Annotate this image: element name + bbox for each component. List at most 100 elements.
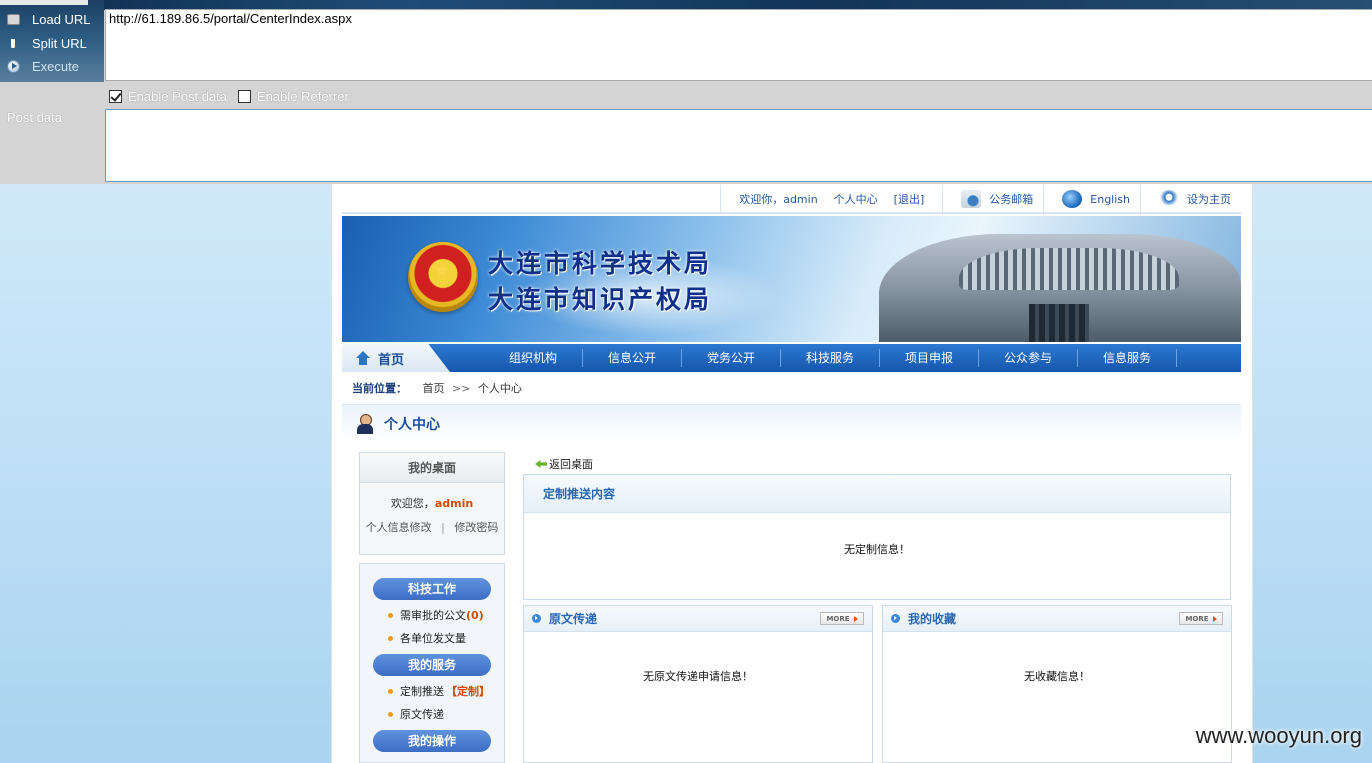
doc-delivery-empty: 无原文传递申请信息！ [643, 670, 753, 683]
page-title-bar: 个人中心 [342, 404, 1241, 442]
load-url-button[interactable]: Load URL [0, 8, 104, 30]
top-utility-bar: 欢迎你，admin 个人中心 [退出] 公务邮箱 English 设为主页 [342, 185, 1241, 214]
favorites-title: 我的收藏 [908, 612, 957, 626]
menu-item-pending-docs-label: 需审批的公文 [400, 609, 466, 622]
enable-post-label: Enable Post data [128, 88, 228, 104]
menu-item-unit-doc-volume[interactable]: 各单位发文量 [388, 630, 504, 646]
hackbar-toolbar: Load URL Split URL Execute http://61.189… [0, 0, 1372, 184]
doc-delivery-header: 原文传递 MORE [524, 606, 872, 632]
user-links: 欢迎你，admin 个人中心 [退出] [720, 185, 942, 213]
checkbox-checked-icon [109, 89, 122, 103]
post-data-label: Post data [7, 110, 62, 125]
bullet-icon [388, 635, 393, 641]
menu-item-custom-push-label: 定制推送 [400, 685, 444, 698]
english-label: English [1090, 192, 1130, 206]
nav-item-public-participation[interactable]: 公众参与 [979, 349, 1078, 367]
menu-item-custom-push[interactable]: 定制推送 【定制】 [388, 683, 504, 699]
arrow-right-icon [891, 614, 900, 623]
enable-post-checkbox[interactable]: Enable Post data [109, 88, 227, 104]
nav-item-info-services[interactable]: 信息服务 [1078, 349, 1177, 367]
doc-delivery-panel: 原文传递 MORE 无原文传递申请信息！ [523, 605, 873, 763]
breadcrumb: 当前位置： 首页 >> 个人中心 [352, 380, 522, 396]
more-label: MORE [826, 614, 850, 623]
custom-push-panel: 定制推送内容 无定制信息！ [523, 474, 1231, 600]
execute-icon [4, 57, 22, 75]
logout-link[interactable]: [退出] [894, 191, 925, 207]
hackbar-tab[interactable] [0, 0, 88, 5]
banner-title: 大连市科学技术局 大连市知识产权局 [488, 246, 712, 318]
breadcrumb-separator: >> [452, 382, 471, 395]
enable-referrer-checkbox[interactable]: Enable Referrer [238, 88, 349, 104]
back-arrow-icon [535, 460, 547, 468]
favorites-more-button[interactable]: MORE [1179, 612, 1223, 625]
watermark: www.wooyun.org [1195, 723, 1362, 748]
nav-items: 组织机构 信息公开 党务公开 科技服务 项目申报 公众参与 信息服务 [484, 349, 1177, 367]
user-avatar-icon [356, 413, 374, 434]
building-image [879, 234, 1241, 342]
pending-docs-count: (0) [466, 608, 484, 622]
split-url-label: Split URL [32, 35, 87, 51]
desk-links: 个人信息修改 | 修改密码 [360, 519, 504, 535]
menu-section-tech-work[interactable]: 科技工作 [373, 578, 491, 600]
nav-item-organization[interactable]: 组织机构 [484, 349, 583, 367]
doc-delivery-title: 原文传递 [549, 612, 598, 626]
main-nav: 首页 组织机构 信息公开 党务公开 科技服务 项目申报 公众参与 信息服务 [342, 344, 1241, 372]
menu-section-my-services[interactable]: 我的服务 [373, 654, 491, 676]
set-home-label: 设为主页 [1187, 193, 1231, 206]
more-label: MORE [1185, 614, 1209, 623]
nav-home-label: 首页 [378, 352, 405, 368]
banner-title-line2: 大连市知识产权局 [488, 285, 713, 314]
header-banner: ★ 大连市科学技术局 大连市知识产权局 [342, 216, 1241, 342]
globe-icon [1062, 190, 1083, 208]
custom-push-title: 定制推送内容 [524, 475, 1230, 513]
mail-label: 公务邮箱 [989, 193, 1034, 206]
nav-item-tech-services[interactable]: 科技服务 [781, 349, 880, 367]
menu-item-doc-delivery-label: 原文传递 [400, 708, 444, 721]
welcome-text: 欢迎你，admin [739, 193, 818, 206]
personal-center-link[interactable]: 个人中心 [834, 191, 878, 207]
split-url-icon [4, 34, 22, 52]
favorites-panel: 我的收藏 MORE 无收藏信息！ [882, 605, 1232, 763]
nav-home[interactable]: 首页 [342, 344, 450, 372]
bullet-icon [388, 688, 393, 694]
execute-button[interactable]: Execute [0, 55, 104, 77]
nav-item-party-affairs[interactable]: 党务公开 [682, 349, 781, 367]
custom-push-empty: 无定制信息！ [844, 543, 910, 556]
custom-push-tag[interactable]: 【定制】 [446, 683, 490, 699]
desk-divider: | [441, 521, 445, 534]
arrow-right-icon [532, 614, 541, 623]
breadcrumb-label: 当前位置： [352, 382, 407, 395]
doc-delivery-more-button[interactable]: MORE [820, 612, 864, 625]
url-input[interactable]: http://61.189.86.5/portal/CenterIndex.as… [105, 9, 1372, 81]
mail-link[interactable]: 公务邮箱 [942, 185, 1043, 213]
national-emblem-icon: ★ [408, 242, 478, 312]
set-home-link[interactable]: 设为主页 [1140, 185, 1241, 213]
change-password-link[interactable]: 修改密码 [454, 521, 498, 534]
split-url-button[interactable]: Split URL [0, 32, 104, 54]
checkbox-unchecked-icon [238, 89, 251, 103]
favorites-header: 我的收藏 MORE [883, 606, 1231, 632]
banner-title-line1: 大连市科学技术局 [488, 249, 713, 278]
english-link[interactable]: English [1043, 185, 1140, 213]
hackbar-button-panel: Load URL Split URL Execute [0, 0, 104, 82]
menu-section-my-operations[interactable]: 我的操作 [373, 730, 491, 752]
menu-item-pending-docs[interactable]: 需审批的公文 (0) [388, 607, 504, 623]
desk-welcome-prefix: 欢迎您， [390, 497, 435, 510]
breadcrumb-home[interactable]: 首页 [423, 382, 445, 395]
post-data-input[interactable] [105, 109, 1372, 182]
home-icon [356, 351, 370, 365]
menu-item-unit-doc-volume-label: 各单位发文量 [400, 632, 466, 645]
nav-item-project-application[interactable]: 项目申报 [880, 349, 979, 367]
set-home-icon [1159, 190, 1179, 208]
more-arrow-icon [853, 615, 858, 622]
execute-label: Execute [32, 58, 79, 74]
enable-referrer-label: Enable Referrer [257, 88, 349, 104]
page-title: 个人中心 [384, 416, 440, 433]
menu-item-doc-delivery[interactable]: 原文传递 [388, 706, 504, 722]
edit-profile-link[interactable]: 个人信息修改 [366, 521, 432, 534]
mail-icon [961, 190, 982, 208]
nav-item-info-disclosure[interactable]: 信息公开 [583, 349, 682, 367]
back-to-desk-link[interactable]: 返回桌面 [535, 456, 593, 472]
bullet-icon [388, 711, 393, 717]
desk-welcome: 欢迎您，admin [360, 495, 504, 511]
